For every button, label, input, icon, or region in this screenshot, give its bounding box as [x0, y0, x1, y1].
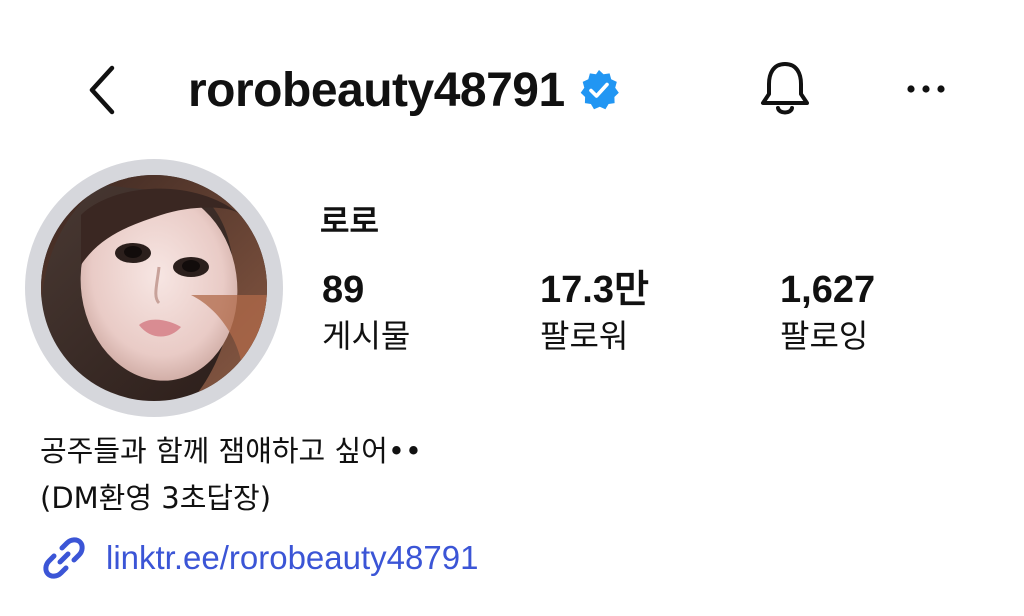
back-button[interactable]	[72, 58, 132, 122]
more-horizontal-icon	[907, 85, 945, 93]
notifications-button[interactable]	[750, 56, 820, 122]
bell-icon	[761, 62, 809, 115]
posts-label: 게시물	[322, 317, 411, 355]
username-title: rorobeauty48791	[188, 63, 565, 117]
following-stat[interactable]: 1,627 팔로잉	[780, 268, 875, 358]
profile-link-text[interactable]: linktr.ee/rorobeauty48791	[106, 539, 478, 577]
verified-badge-icon	[580, 70, 619, 110]
followers-label: 팔로워	[540, 317, 629, 355]
followers-count: 17.3만	[540, 269, 649, 311]
more-options-button[interactable]	[896, 64, 956, 114]
posts-stat[interactable]: 89 게시물	[322, 268, 410, 358]
profile-bio: 공주들과 함께 잼얘하고 싶어•• (DM환영 3초답장)	[40, 428, 422, 522]
posts-count: 89	[322, 269, 365, 311]
following-label: 팔로잉	[780, 317, 869, 355]
bio-line: (DM환영 3초답장)	[40, 481, 272, 515]
profile-link[interactable]: linktr.ee/rorobeauty48791	[40, 534, 478, 582]
bio-line: 공주들과 함께 잼얘하고 싶어••	[40, 434, 423, 468]
link-icon	[43, 537, 85, 579]
followers-stat[interactable]: 17.3만 팔로워	[540, 268, 649, 358]
profile-header-title: rorobeauty48791	[188, 58, 621, 122]
following-count: 1,627	[780, 269, 876, 311]
profile-photo	[41, 175, 267, 401]
chevron-left-icon	[89, 65, 115, 115]
profile-display-name: 로로	[320, 202, 379, 240]
avatar[interactable]	[41, 175, 267, 401]
